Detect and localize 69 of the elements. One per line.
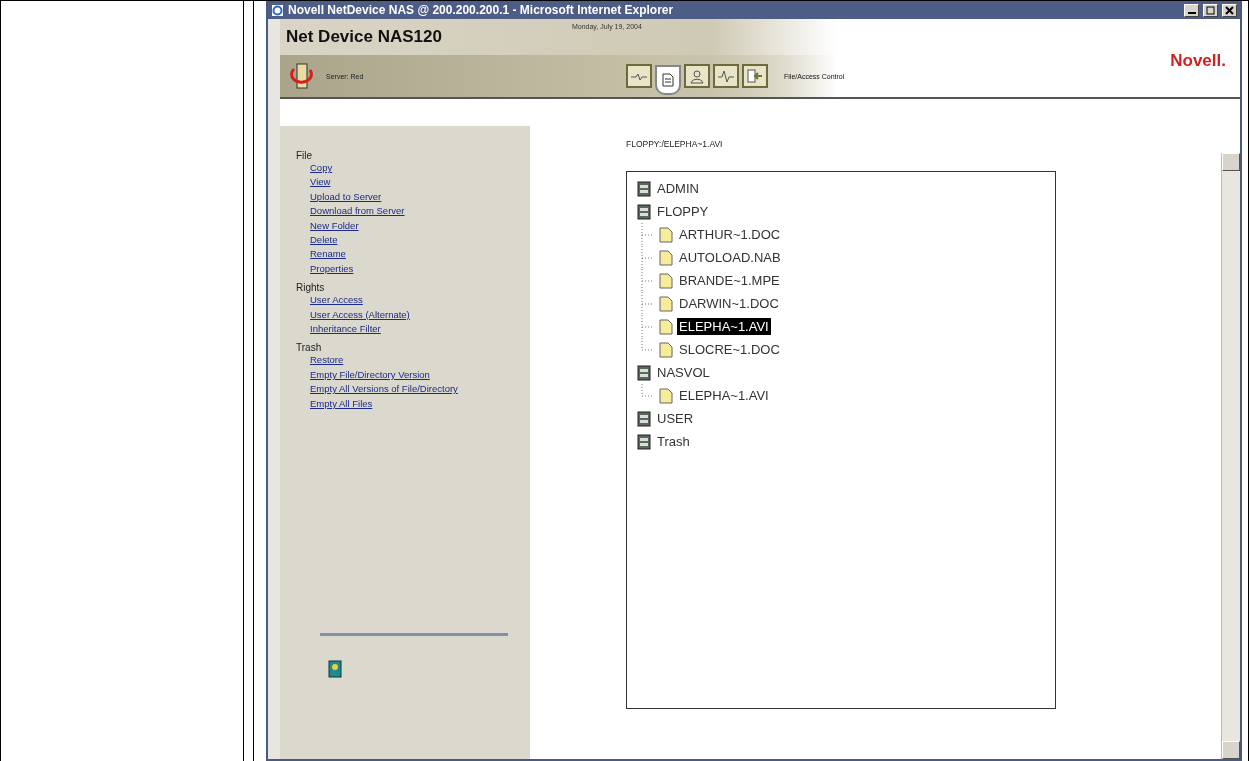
tree-line	[641, 223, 655, 246]
window-title: Novell NetDevice NAS @ 200.200.200.1 - Microsoft Internet Explorer	[288, 3, 675, 17]
document-icon	[659, 272, 673, 289]
document-icon	[659, 295, 673, 312]
close-icon	[1223, 4, 1236, 16]
minimize-icon	[1187, 12, 1196, 14]
pulse-icon	[717, 68, 735, 84]
sidebar-link[interactable]: View	[310, 175, 530, 190]
help-book-icon[interactable]	[328, 660, 342, 679]
document-icon	[659, 318, 673, 335]
sidebar-link[interactable]: Empty File/Directory Version	[310, 367, 530, 383]
document-icon	[659, 226, 673, 243]
tree-item[interactable]: SLOCRE~1.DOC	[677, 341, 782, 358]
document-icon	[659, 249, 673, 266]
minimize-button[interactable]	[1184, 3, 1199, 17]
tree-item[interactable]: USER	[655, 410, 696, 427]
drive-icon	[637, 433, 651, 450]
sidebar-link[interactable]: Rename	[310, 247, 530, 262]
sidebar-link[interactable]: New Folder	[310, 218, 530, 234]
sidebar-link[interactable]: Properties	[310, 261, 530, 277]
brand-logo: Novell.	[1170, 51, 1226, 71]
tree-line	[641, 246, 655, 269]
product-title: Net Device NAS120	[286, 27, 442, 47]
scrollbar[interactable]	[1221, 153, 1240, 759]
toolbar-tab[interactable]	[655, 65, 681, 95]
tree-item[interactable]: ARTHUR~1.DOC	[677, 226, 783, 243]
tree-line	[641, 384, 655, 397]
file-icon	[659, 72, 677, 88]
toolbar-tab[interactable]	[742, 64, 768, 88]
toolbar-tab[interactable]	[713, 64, 739, 88]
tree-item[interactable]: AUTOLOAD.NAB	[677, 249, 783, 266]
browser-icon	[271, 3, 284, 17]
sidebar-link[interactable]: Empty All Versions of File/Directory	[310, 382, 530, 397]
tree-item[interactable]: FLOPPY	[655, 203, 711, 220]
tree-line	[641, 269, 655, 292]
maximize-icon	[1204, 4, 1217, 16]
tree-item[interactable]: ADMIN	[655, 180, 701, 197]
drive-icon	[637, 203, 651, 220]
sidebar-link[interactable]: Download from Server	[310, 204, 530, 219]
sidebar-link[interactable]: Copy	[310, 161, 530, 176]
user-icon	[688, 68, 706, 84]
drive-icon	[637, 410, 651, 427]
close-button[interactable]	[1222, 3, 1237, 17]
drive-icon	[637, 180, 651, 197]
sidebar-link[interactable]: Delete	[310, 233, 530, 248]
document-icon	[659, 341, 673, 358]
group-heading: Rights	[296, 282, 326, 294]
drive-icon	[637, 364, 651, 381]
tree-item[interactable]: ELEPHA~1.AVI	[677, 318, 771, 335]
document-icon	[659, 387, 673, 404]
sidebar-link[interactable]: User Access	[310, 293, 530, 308]
path-text: FLOPPY:/ELEPHA~1.AVI	[626, 139, 724, 149]
toolbar-tab[interactable]	[684, 64, 710, 88]
sidebar-link[interactable]: Restore	[310, 353, 530, 368]
maximize-button[interactable]	[1203, 3, 1218, 17]
tree-line	[641, 292, 655, 315]
group-heading: Trash	[296, 342, 323, 354]
exit-icon	[746, 68, 764, 84]
tree-item[interactable]: Trash	[655, 433, 692, 450]
sidebar-link[interactable]: Upload to Server	[310, 189, 530, 205]
tree-item[interactable]: ELEPHA~1.AVI	[677, 387, 771, 404]
tree-item[interactable]: BRANDE~1.MPE	[677, 272, 782, 289]
sidebar-link[interactable]: Inheritance Filter	[310, 322, 530, 337]
sidebar-link[interactable]: User Access (Alternate)	[310, 307, 530, 323]
group-heading: File	[296, 150, 314, 161]
tree-item[interactable]: NASVOL	[655, 364, 712, 381]
toolbar-tab[interactable]	[626, 64, 652, 88]
sidebar-link[interactable]: Empty All Files	[310, 396, 530, 412]
tree-item[interactable]: DARWIN~1.DOC	[677, 295, 781, 312]
